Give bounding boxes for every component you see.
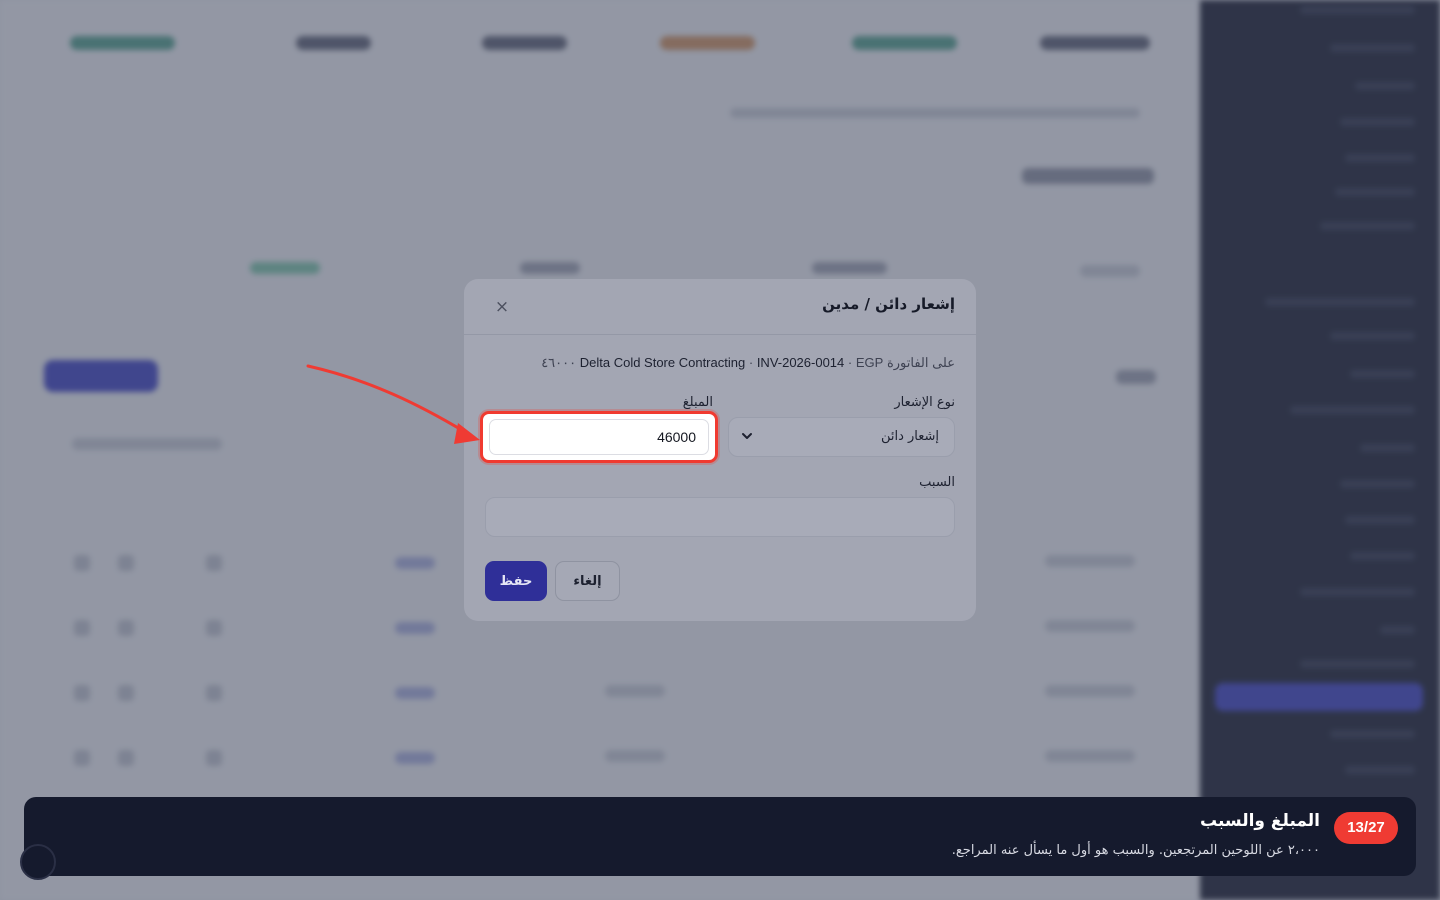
amount-field-highlight [480,411,718,463]
invoice-prefix: على الفاتورة [886,355,955,370]
tour-panel: 13/27 المبلغ والسبب ٢،٠٠٠ عن اللوحين الم… [24,797,1416,876]
tour-step-badge: 13/27 [1334,812,1398,844]
tour-title: المبلغ والسبب [1199,811,1320,831]
credit-debit-note-dialog: إشعار دائن / مدين × على الفاتورة Delta C… [464,279,976,621]
invoice-number: INV-2026-0014 [756,355,845,370]
save-button[interactable]: حفظ [485,561,547,601]
separator: · [748,355,754,370]
note-type-label: نوع الإشعار [894,395,955,410]
note-type-select[interactable]: إشعار دائن [728,417,955,457]
invoice-reference: على الفاتورة Delta Cold Store Contractin… [541,355,955,371]
amount-input[interactable] [489,419,709,455]
invoice-client: Delta Cold Store Contracting [579,355,746,370]
arrow-icon [306,364,480,444]
reason-label: السبب [919,475,955,490]
cancel-button[interactable]: إلغاء [555,561,620,601]
tour-description: ٢،٠٠٠ عن اللوحين المرتجعين. والسبب هو أو… [951,843,1320,858]
reason-input[interactable] [485,497,955,537]
separator: · [847,355,853,370]
dialog-title: إشعار دائن / مدين [822,295,955,313]
close-icon[interactable]: × [492,297,512,317]
amount-label: المبلغ [682,395,713,410]
chevron-down-icon [742,433,752,439]
note-type-value: إشعار دائن [880,429,939,444]
help-button[interactable] [20,844,56,880]
dialog-header: إشعار دائن / مدين × [464,279,976,335]
